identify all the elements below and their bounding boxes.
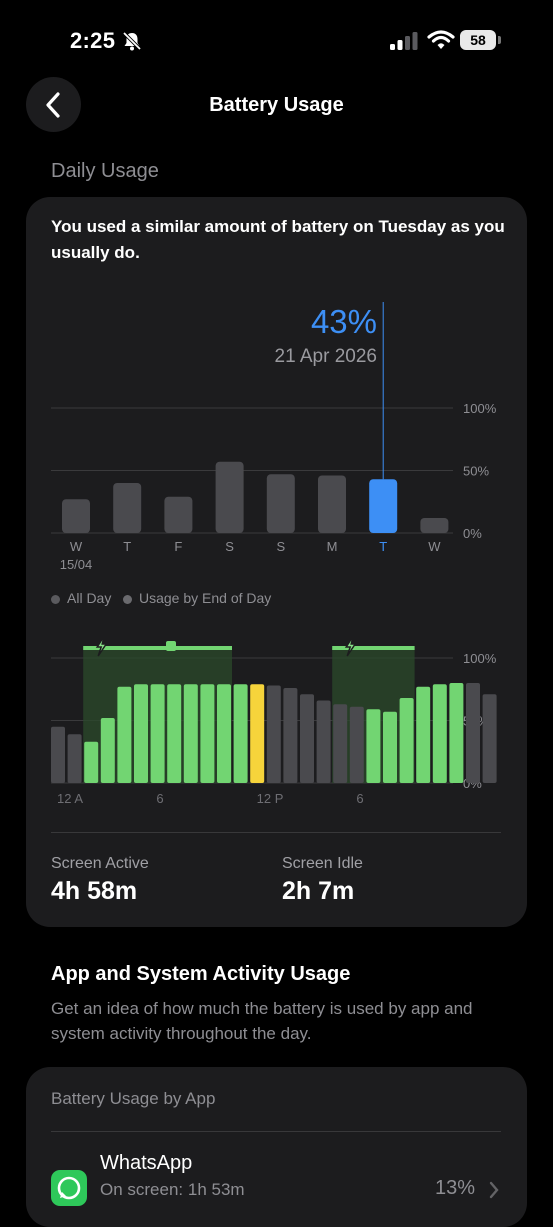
app-detail: On screen: 1h 53m	[100, 1180, 245, 1199]
hour-bar[interactable]	[150, 684, 165, 783]
hour-bar[interactable]	[167, 684, 182, 783]
y-tick-label: 100%	[463, 651, 497, 666]
x-tick-label: 6	[156, 791, 163, 806]
hour-bar[interactable]	[233, 684, 248, 783]
x-tick-label: 6	[356, 791, 363, 806]
day-bar[interactable]	[62, 499, 90, 533]
app-percent: 13%	[434, 1177, 475, 1199]
x-tick-label: T	[123, 539, 131, 554]
hour-bar[interactable]	[399, 698, 414, 783]
hour-bar[interactable]	[134, 684, 148, 783]
screen-idle-label: Screen Idle	[282, 855, 363, 872]
hour-bar[interactable]	[84, 741, 99, 783]
hour-bar[interactable]	[482, 694, 497, 783]
hour-bar[interactable]	[416, 686, 431, 783]
x-tick-label: 12 P	[257, 791, 284, 806]
legend-all-day[interactable]: All Day	[67, 590, 111, 606]
app-name[interactable]: WhatsApp	[100, 1152, 192, 1175]
battery-charts: 100%50%0%W15/04TFSSMTW100%50%0%12 A612 P…	[51, 302, 497, 806]
hour-bar[interactable]	[449, 683, 464, 783]
app-activity-description: Get an idea of how much the battery is u…	[51, 999, 473, 1043]
hour-bar[interactable]	[200, 684, 215, 783]
y-tick-label: 100%	[463, 401, 497, 416]
hour-bar[interactable]	[266, 685, 281, 784]
screen-idle-value: 2h 7m	[282, 877, 355, 905]
hour-bar[interactable]	[67, 734, 82, 783]
legend-dot-end-of-day	[123, 595, 132, 604]
x-sub-label: 15/04	[60, 557, 93, 572]
whatsapp-icon	[51, 1170, 87, 1206]
screen-active-label: Screen Active	[51, 855, 149, 872]
hour-bar[interactable]	[100, 718, 115, 783]
hour-bar[interactable]	[117, 686, 132, 783]
hour-bar[interactable]	[316, 700, 331, 784]
hour-bar[interactable]	[432, 684, 447, 783]
hour-bar[interactable]	[183, 684, 198, 783]
hour-bar[interactable]	[383, 711, 397, 783]
day-bar[interactable]	[113, 483, 142, 533]
day-bar[interactable]	[164, 496, 193, 533]
x-tick-label: T	[379, 539, 387, 554]
legend-end-of-day[interactable]: Usage by End of Day	[139, 590, 271, 606]
screen-active-value: 4h 58m	[51, 877, 138, 905]
legend-dot-all-day	[51, 595, 60, 604]
x-tick-label: F	[174, 539, 182, 554]
hour-bar[interactable]	[51, 726, 65, 783]
day-bar[interactable]	[266, 474, 295, 533]
usage-by-app-title: Battery Usage by App	[51, 1089, 216, 1108]
chevron-right-icon[interactable]	[488, 1181, 500, 1199]
y-tick-label: 0%	[463, 526, 482, 541]
day-bar[interactable]	[318, 475, 346, 534]
hour-bar[interactable]	[366, 709, 381, 783]
x-tick-label: W	[428, 539, 441, 554]
x-tick-label: S	[225, 539, 234, 554]
x-tick-label: S	[276, 539, 285, 554]
y-tick-label: 50%	[463, 464, 489, 479]
hour-bar[interactable]	[333, 704, 348, 783]
day-bar[interactable]	[369, 479, 398, 533]
app-activity-title: App and System Activity Usage	[51, 963, 351, 985]
day-bar[interactable]	[420, 518, 449, 533]
hour-bar[interactable]	[349, 706, 364, 783]
day-bar[interactable]	[215, 461, 244, 533]
divider	[51, 832, 501, 833]
x-tick-label: M	[327, 539, 338, 554]
hour-bar[interactable]	[217, 684, 231, 783]
divider	[51, 1131, 501, 1132]
hour-bar[interactable]	[250, 684, 265, 783]
x-tick-label: 12 A	[57, 791, 83, 806]
x-tick-label: W	[70, 539, 83, 554]
hour-bar[interactable]	[300, 694, 314, 783]
hour-bar[interactable]	[283, 688, 298, 783]
hour-bar[interactable]	[466, 683, 480, 783]
charging-marker	[166, 641, 176, 651]
